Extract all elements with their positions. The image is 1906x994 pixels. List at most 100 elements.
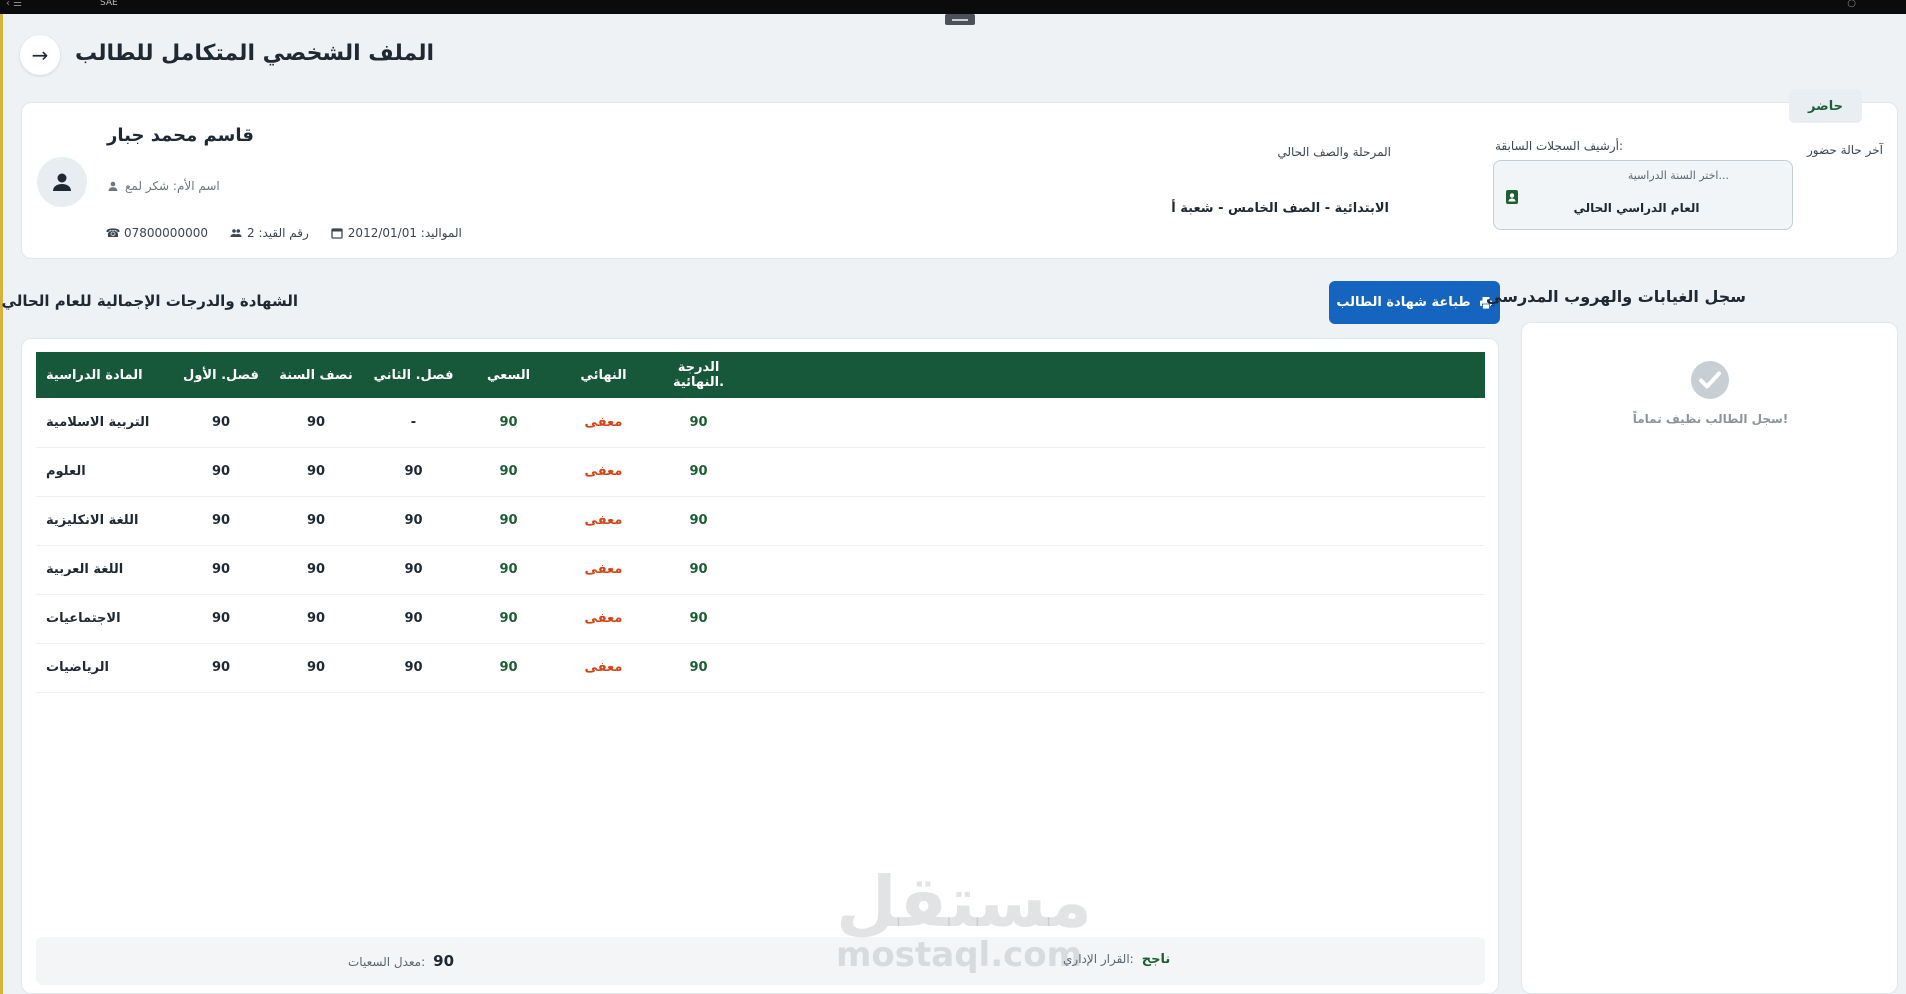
admin-decision-value: ناجح: [1141, 952, 1171, 967]
total-cell: 90: [689, 464, 708, 479]
grades-table: المادة الدراسية فصل. الأول نصف السنة فصل…: [36, 352, 1485, 693]
column-header-spacer: [746, 352, 1485, 398]
column-header-term1: فصل. الأول: [183, 367, 259, 383]
birth-item: المواليد: 2012/01/01: [331, 226, 462, 240]
phone-icon: ☎: [105, 226, 121, 240]
column-header-effort: السعي: [486, 367, 531, 383]
effort-average-value: 90: [433, 952, 455, 970]
subject-cell: العلوم: [46, 464, 86, 479]
student-meta: ☎ 07800000000 رقم القيد: 2 المواليد: 201…: [105, 226, 462, 240]
term2-cell: 90: [404, 562, 423, 577]
admin-decision: القرار الإداري: ناجح: [1063, 952, 1170, 967]
table-row: التربية الاسلامية 90 90 - 90 معفى 90: [36, 398, 1485, 447]
stage-value: الابتدائية - الصف الخامس - شعبة أ: [1171, 201, 1389, 216]
back-button[interactable]: →: [20, 35, 60, 75]
attendance-label: آخر حالة حضور: [1807, 143, 1883, 157]
total-cell: 90: [689, 660, 708, 675]
final-cell: معفى: [584, 513, 623, 528]
total-cell: 90: [689, 513, 708, 528]
clean-record-text: سجل الطالب نظيف تماماً!: [1632, 412, 1789, 426]
total-cell: 90: [689, 562, 708, 577]
grades-summary: معدل السعيات: 90 القرار الإداري: ناجح: [36, 937, 1485, 985]
term1-cell: 90: [211, 464, 231, 479]
spacer-cell: [746, 398, 1485, 447]
final-cell: معفى: [584, 611, 623, 626]
term2-cell: 90: [404, 513, 423, 528]
effort-average-label: معدل السعيات:: [348, 955, 426, 969]
term1-cell: 90: [211, 513, 231, 528]
drag-handle-icon[interactable]: [945, 14, 975, 25]
print-button-label: طباعة شهادة الطالب: [1336, 295, 1471, 310]
table-row: اللغة الانكليزية 90 90 90 90 معفى 90: [36, 496, 1485, 545]
phone-text: 07800000000: [124, 226, 208, 240]
final-cell: معفى: [584, 464, 623, 479]
total-cell: 90: [689, 611, 708, 626]
column-header-mid: نصف السنة: [279, 367, 353, 383]
check-circle-icon: [1691, 361, 1729, 399]
table-row: اللغة العربية 90 90 90 90 معفى 90: [36, 545, 1485, 594]
spacer-cell: [746, 545, 1485, 594]
subject-cell: اللغة العربية: [46, 562, 124, 577]
arrow-right-icon: →: [31, 43, 49, 67]
final-cell: معفى: [584, 660, 623, 675]
mid-cell: 90: [306, 414, 326, 430]
final-cell: معفى: [584, 562, 623, 577]
calendar-icon: [331, 228, 343, 239]
spacer-cell: [746, 594, 1485, 643]
spacer-cell: [746, 643, 1485, 692]
avatar: [37, 157, 87, 207]
archive-label: أرشيف السجلات السابقة:: [1495, 139, 1623, 153]
contact-card-icon: [1506, 190, 1518, 204]
table-row: الرياضيات 90 90 90 90 معفى 90: [36, 643, 1485, 692]
mother-name-text: اسم الأم: شكر لمع: [125, 179, 220, 193]
person-small-icon: [108, 181, 118, 191]
final-cell: معفى: [584, 414, 623, 430]
spacer-cell: [746, 447, 1485, 496]
mid-cell: 90: [306, 513, 326, 528]
table-row: الاجتماعيات 90 90 90 90 معفى 90: [36, 594, 1485, 643]
column-header-subject: المادة الدراسية: [46, 367, 143, 383]
window-control-icon[interactable]: ○: [1847, 0, 1856, 9]
year-select[interactable]: اختر السنة الدراسية... العام الدراسي الح…: [1493, 160, 1793, 230]
subject-cell: الرياضيات: [46, 660, 110, 675]
student-profile-card: قاسم محمد جبار اسم الأم: شكر لمع ☎ 07800…: [21, 102, 1898, 259]
term2-cell: -: [410, 414, 417, 430]
mid-cell: 90: [306, 611, 326, 626]
term1-cell: 90: [211, 562, 231, 577]
window-menu-icon[interactable]: ‹ ☰: [6, 0, 22, 9]
absence-title: سجل الغيابات والهروب المدرسي: [1486, 287, 1746, 306]
certificate-title: الشهادة والدرجات الإجمالية للعام الحالي: [1, 292, 298, 310]
effort-cell: 90: [499, 562, 518, 577]
table-header-row: المادة الدراسية فصل. الأول نصف السنة فصل…: [36, 352, 1485, 398]
student-name: قاسم محمد جبار: [107, 125, 254, 146]
effort-cell: 90: [499, 611, 518, 626]
subject-cell: اللغة الانكليزية: [46, 513, 139, 528]
print-certificate-button[interactable]: طباعة شهادة الطالب: [1329, 281, 1500, 324]
registry-text: رقم القيد: 2: [246, 226, 309, 240]
phone-item: ☎ 07800000000: [105, 226, 208, 240]
term1-cell: 90: [211, 660, 231, 675]
mid-cell: 90: [306, 660, 326, 675]
term2-cell: 90: [404, 660, 423, 675]
absence-card: سجل الطالب نظيف تماماً!: [1521, 322, 1898, 994]
total-cell: 90: [689, 414, 708, 430]
registry-item: رقم القيد: 2: [230, 226, 309, 240]
birth-text: المواليد: 2012/01/01: [347, 226, 462, 240]
attendance-status-badge: حاضر: [1789, 89, 1862, 123]
term1-cell: 90: [211, 611, 231, 626]
person-icon: [53, 173, 71, 191]
effort-cell: 90: [499, 660, 518, 675]
column-header-final: النهائي: [580, 367, 627, 383]
stage-label: المرحلة والصف الحالي: [1277, 145, 1391, 159]
effort-cell: 90: [499, 414, 518, 430]
column-header-term2: فصل. الثاني: [373, 367, 454, 383]
window-edge: [0, 14, 3, 994]
effort-average: معدل السعيات: 90: [348, 952, 454, 970]
grades-card: المادة الدراسية فصل. الأول نصف السنة فصل…: [21, 338, 1499, 994]
table-row: العلوم 90 90 90 90 معفى 90: [36, 447, 1485, 496]
group-icon: [230, 229, 242, 237]
spacer-cell: [746, 496, 1485, 545]
subject-cell: الاجتماعيات: [46, 611, 121, 626]
subject-cell: التربية الاسلامية: [46, 414, 150, 430]
app-title: SAE: [100, 0, 118, 8]
